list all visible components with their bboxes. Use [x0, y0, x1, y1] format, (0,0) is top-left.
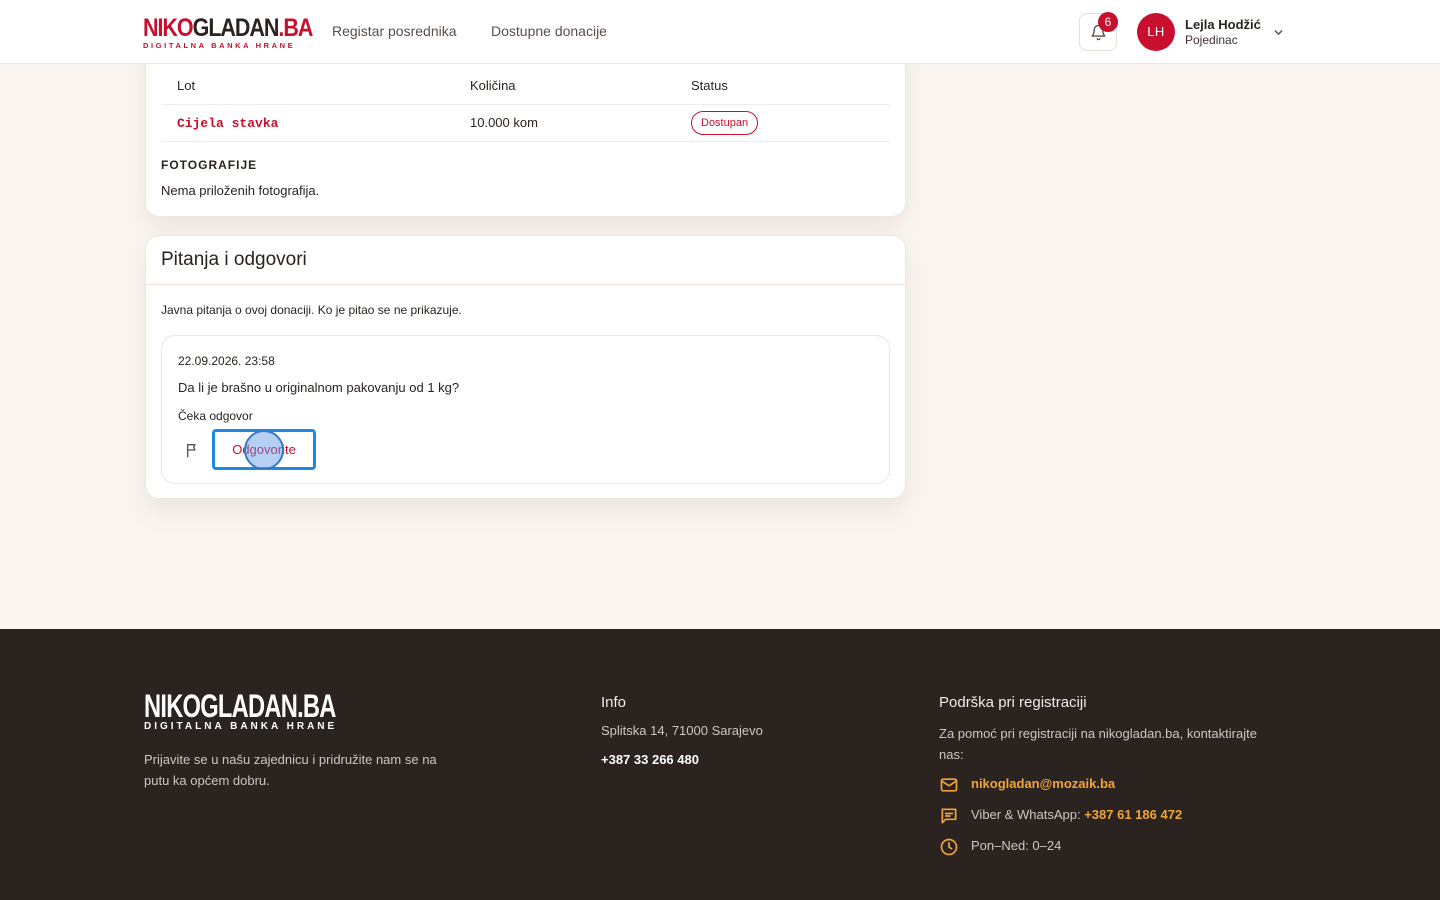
user-name[interactable]: Lejla Hodžić — [1185, 17, 1261, 32]
user-role: Pojedinac — [1185, 33, 1238, 47]
qa-title: Pitanja i odgovori — [161, 249, 307, 270]
notification-count-badge: 6 — [1098, 12, 1118, 32]
footer-info-heading: Info — [601, 694, 627, 711]
footer-address: Splitska 14, 71000 Sarajevo — [601, 723, 763, 738]
brand-logo[interactable]: NIKOGLADAN.BA DIGITALNA BANKA HRANE — [143, 14, 340, 51]
logo-wordmark: NIKOGLADAN.BA — [143, 14, 313, 42]
table-cell-quantity: 10.000 kom — [470, 115, 538, 130]
footer-support-heading: Podrška pri registraciji — [939, 694, 1087, 711]
answer-button[interactable]: Odgovorite — [212, 429, 316, 470]
status-badge: Dostupan — [691, 111, 759, 135]
footer-logo[interactable]: NIKOGLADAN.BA DIGITALNA BANKA HRANE — [144, 688, 403, 732]
footer-viber-label: Viber & WhatsApp: — [971, 807, 1085, 822]
chevron-down-icon[interactable] — [1272, 26, 1285, 39]
logo-subtitle: DIGITALNA BANKA HRANE — [143, 41, 296, 50]
flag-icon[interactable] — [185, 442, 201, 458]
qa-intro-text: Javna pitanja o ovoj donaciji. Ko je pit… — [161, 303, 462, 317]
column-header-lot: Lot — [177, 78, 196, 93]
column-header-status: Status — [691, 78, 728, 93]
question-text: Da li je brašno u originalnom pakovanju … — [178, 380, 460, 395]
column-header-kolicina: Količina — [470, 78, 516, 93]
photos-empty-text: Nema priloženih fotografija. — [161, 183, 320, 198]
table-divider — [162, 141, 890, 142]
question-date: 22.09.2026. 23:58 — [178, 354, 275, 368]
footer-viber-number[interactable]: +387 61 186 472 — [1084, 807, 1182, 822]
mail-icon — [940, 778, 958, 792]
clock-icon — [940, 838, 958, 856]
question-status: Čeka odgovor — [178, 409, 253, 423]
qa-divider — [146, 284, 905, 285]
table-cell-lot: Cijela stavka — [177, 116, 279, 131]
nav-link-registar-posrednika[interactable]: Registar posrednika — [332, 23, 457, 39]
table-divider — [162, 104, 890, 105]
footer-tagline: Prijavite se u našu zajednicu i pridruži… — [144, 752, 437, 788]
top-header: NIKOGLADAN.BA DIGITALNA BANKA HRANE Regi… — [0, 0, 1440, 64]
footer-logo-wordmark: NIKOGLADAN.BA — [144, 688, 336, 724]
footer-email-link[interactable]: nikogladan@mozaik.ba — [971, 776, 1115, 791]
footer-hours: Pon–Ned: 0–24 — [971, 838, 1062, 853]
photos-heading: FOTOGRAFIJE — [161, 158, 258, 172]
nav-link-dostupne-donacije[interactable]: Dostupne donacije — [491, 23, 607, 39]
footer-support-text: Za pomoć pri registraciji na nikogladan.… — [939, 726, 1257, 762]
footer-phone[interactable]: +387 33 266 480 — [601, 752, 699, 767]
avatar[interactable]: LH — [1137, 13, 1175, 51]
chat-icon — [941, 808, 957, 824]
